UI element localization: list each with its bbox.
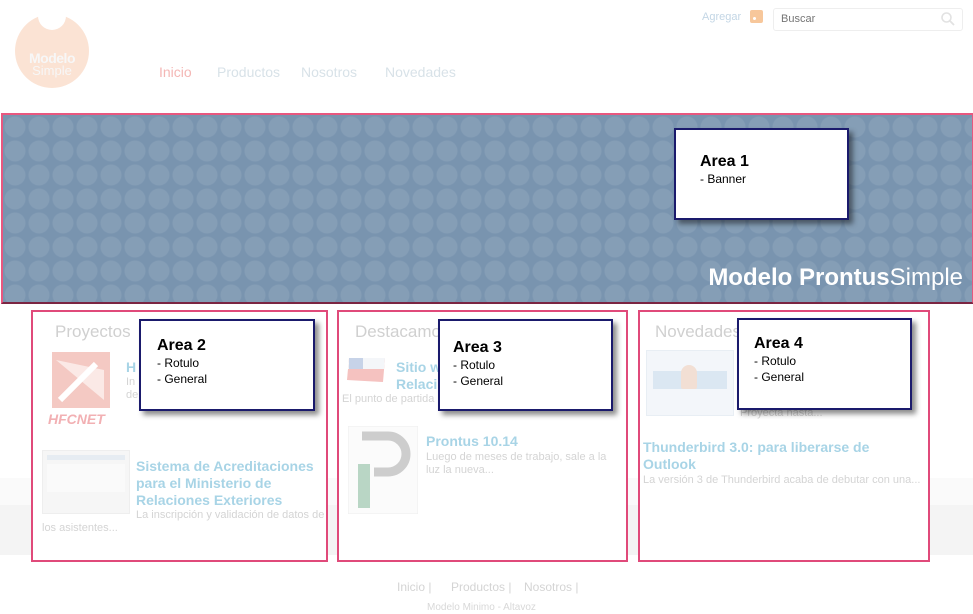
proyectos-heading: Proyectos [55,322,131,341]
nav-nosotros[interactable]: Nosotros [301,64,357,80]
proyecto2-thumbnail[interactable] [42,450,130,514]
area-1-line1: - Banner [700,172,747,186]
area-4-title: Area 4 [754,335,803,352]
banner-brand: Modelo ProntusSimple [708,264,963,292]
nav-productos[interactable]: Productos [217,64,280,80]
novedad2-title[interactable]: Thunderbird 3.0: para liberarse de Outlo… [643,439,913,473]
proyecto2-desc: La inscripción y validación de datos de … [42,509,325,534]
destacamos-heading: Destacamo [355,322,441,341]
area-4-line1: - Rotulo [754,354,797,368]
proyecto1-desc2: de [126,389,139,401]
nav-novedades[interactable]: Novedades [385,64,456,80]
area-4-line2: - General [754,370,805,384]
area-4-box: Area 4 - Rotulo - General [737,318,912,410]
novedad1-thumbnail[interactable] [646,350,734,416]
rss-icon[interactable] [750,10,763,23]
proyecto2-title[interactable]: Sistema de Acreditaciones para el Minist… [136,458,321,509]
area-3-title: Area 3 [453,339,502,356]
logo-notch [38,8,66,30]
destacado1-desc: El punto de partida [342,393,435,405]
footer-nav-productos[interactable]: Productos | [451,580,511,594]
area-2-line2: - General [157,372,208,386]
proyecto1-title[interactable]: H [126,359,136,376]
area-2-line1: - Rotulo [157,356,200,370]
footer-nav-inicio[interactable]: Inicio | [397,580,431,594]
area-3-line1: - Rotulo [453,358,496,372]
brand-bold: Modelo Prontus [708,264,890,291]
area-3-box: Area 3 - Rotulo - General [438,319,613,411]
novedades-heading: Novedades [655,322,742,341]
prontus-logo-icon[interactable] [348,426,418,514]
brand-light: Simple [889,264,963,291]
footer-note: Modelo Minimo - Altavoz [427,602,536,613]
footer-nav-nosotros[interactable]: Nosotros | [524,580,578,594]
chile-flag-icon [347,358,385,382]
site-logo[interactable]: Modelo Simple [15,8,89,88]
area-3-line2: - General [453,374,504,388]
search-input[interactable] [779,12,933,26]
destacado2-desc: Luego de meses de trabajo, sale a la luz… [426,451,607,476]
hfcnet-logo[interactable]: HFCNET [46,350,116,430]
destacado1-title2[interactable]: Relaci [396,376,437,393]
novedad2-desc: La versión 3 de Thunderbird acaba de deb… [643,474,921,486]
area-2-box: Area 2 - Rotulo - General [139,319,315,411]
search-icon[interactable] [940,11,956,27]
search-box [773,8,963,31]
area-1-box: Area 1 - Banner [674,128,849,220]
area-2-title: Area 2 [157,337,206,354]
destacado1-title[interactable]: Sitio w [396,359,441,376]
logo-line2: Simple [32,63,72,78]
agregar-link[interactable]: Agregar [702,11,741,23]
nav-inicio[interactable]: Inicio [159,64,192,80]
destacado2-title[interactable]: Prontus 10.14 [426,433,518,450]
proyecto1-desc: In [126,376,136,388]
area-1-title: Area 1 [700,153,749,170]
hfcnet-logo-text: HFCNET [48,411,105,427]
